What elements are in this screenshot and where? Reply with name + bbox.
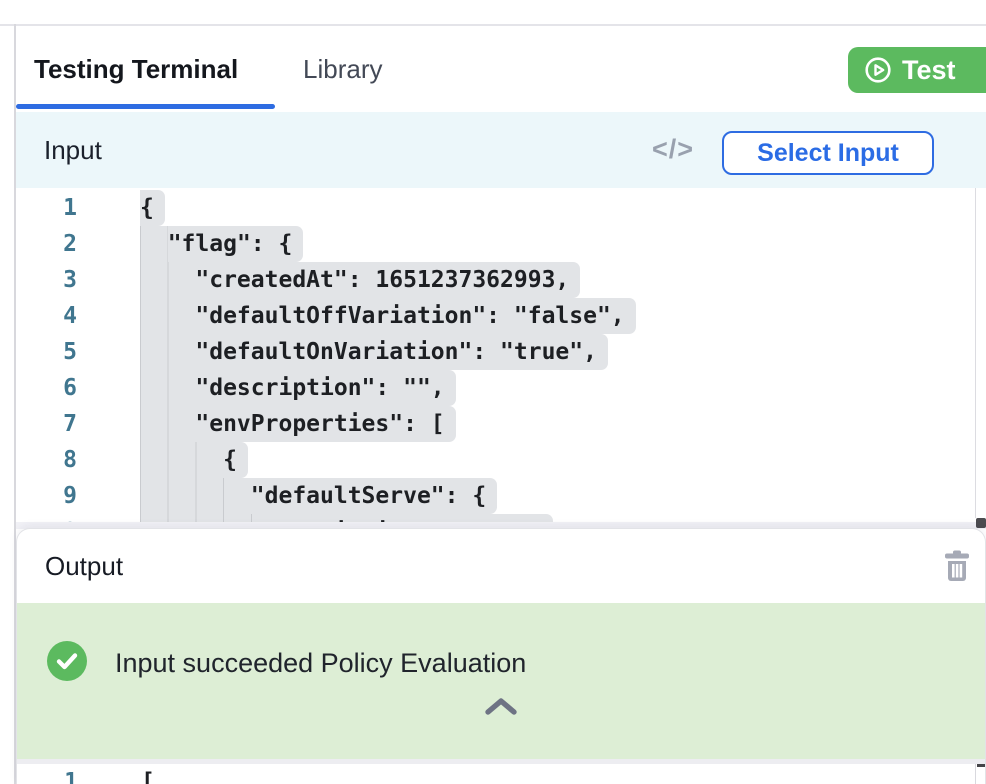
gutter-gap	[77, 370, 140, 406]
collapse-banner-button[interactable]	[479, 693, 523, 719]
code-content: "flag": {	[140, 226, 303, 262]
output-panel-header: Output	[17, 529, 985, 603]
output-code-editor[interactable]: 1[	[17, 764, 985, 784]
code-text: "flag": {	[168, 226, 293, 262]
code-text: [	[141, 764, 155, 784]
gutter-gap	[77, 514, 140, 522]
indent-guides	[140, 478, 251, 514]
test-button[interactable]: Test	[848, 47, 986, 93]
line-number: 1	[16, 190, 77, 226]
input-code-editor[interactable]: 1{2 "flag": {3 "createdAt": 165123736299…	[16, 188, 975, 522]
code-content: "defaultOffVariation": "false",	[140, 298, 636, 334]
code-text: "envProperties": [	[195, 406, 444, 442]
gutter-gap	[77, 226, 140, 262]
gutter-gap	[78, 764, 141, 784]
code-line: 4 "defaultOffVariation": "false",	[16, 298, 975, 334]
evaluation-result-message: Input succeeded Policy Evaluation	[115, 643, 526, 683]
code-content: "variation": "true"	[140, 514, 553, 522]
gutter-gap	[77, 478, 140, 514]
select-input-button[interactable]: Select Input	[722, 131, 934, 175]
code-text: "description": "",	[195, 370, 444, 406]
indent-guides	[140, 442, 223, 478]
gutter-gap	[77, 442, 140, 478]
code-line: 2 "flag": {	[16, 226, 975, 262]
evaluation-result-banner: Input succeeded Policy Evaluation	[17, 603, 985, 759]
line-number: 3	[16, 262, 77, 298]
code-line: 7 "envProperties": [	[16, 406, 975, 442]
line-number: 8	[16, 442, 77, 478]
code-line: 1[	[17, 764, 985, 784]
code-text: {	[223, 442, 237, 478]
code-text: "createdAt": 1651237362993,	[195, 262, 569, 298]
tab-testing-terminal[interactable]: Testing Terminal	[34, 54, 238, 85]
input-code-lines: 1{2 "flag": {3 "createdAt": 165123736299…	[16, 188, 975, 522]
tab-library[interactable]: Library	[303, 54, 382, 85]
indent-guides	[140, 298, 195, 334]
code-line: 6 "description": "",	[16, 370, 975, 406]
gutter-gap	[77, 406, 140, 442]
success-check-icon	[47, 641, 87, 681]
line-number: 6	[16, 370, 77, 406]
code-text: "variation": "true"	[278, 514, 541, 522]
line-number: 1	[17, 764, 78, 784]
trash-icon	[942, 550, 972, 582]
input-panel-header: Input </> Select Input	[16, 112, 986, 188]
code-content: [	[141, 764, 155, 784]
indent-guides	[140, 226, 168, 262]
chevron-up-icon	[482, 696, 520, 716]
active-tab-underline	[16, 104, 275, 109]
line-number: 2	[16, 226, 77, 262]
code-text: {	[140, 190, 154, 226]
code-line: 9 "defaultServe": {	[16, 478, 975, 514]
code-text: "defaultServe": {	[251, 478, 486, 514]
code-line: 8 {	[16, 442, 975, 478]
code-line: 3 "createdAt": 1651237362993,	[16, 262, 975, 298]
indent-guides	[140, 334, 195, 370]
code-content: {	[140, 442, 248, 478]
code-text: "defaultOffVariation": "false",	[195, 298, 624, 334]
output-scrollbar-thumb[interactable]	[977, 764, 985, 767]
code-content: "envProperties": [	[140, 406, 456, 442]
code-text: "defaultOnVariation": "true",	[195, 334, 597, 370]
play-icon	[864, 56, 892, 84]
clear-output-button[interactable]	[942, 550, 972, 582]
input-panel-title: Input	[44, 112, 102, 188]
output-editor-right-edge	[975, 764, 976, 784]
line-number: 4	[16, 298, 77, 334]
line-number: 7	[16, 406, 77, 442]
editor-right-edge	[975, 188, 976, 518]
output-panel: Output Input succeeded Policy Evaluation	[16, 528, 986, 784]
code-content: "defaultServe": {	[140, 478, 497, 514]
indent-guides	[140, 406, 195, 442]
code-content: "description": "",	[140, 370, 456, 406]
output-code-lines: 1[	[17, 764, 985, 784]
output-panel-title: Output	[45, 529, 123, 603]
gutter-gap	[77, 334, 140, 370]
test-button-label: Test	[902, 55, 956, 86]
select-input-label: Select Input	[757, 139, 899, 168]
line-number: 10	[16, 514, 77, 522]
input-scrollbar-thumb[interactable]	[976, 518, 986, 528]
code-content: "defaultOnVariation": "true",	[140, 334, 608, 370]
indent-guides	[140, 514, 278, 522]
code-line: 1{	[16, 190, 975, 226]
code-line: 10 "variation": "true"	[16, 514, 975, 522]
line-number: 5	[16, 334, 77, 370]
indent-guides	[140, 262, 195, 298]
code-content: {	[140, 190, 165, 226]
code-line: 5 "defaultOnVariation": "true",	[16, 334, 975, 370]
code-view-icon[interactable]: </>	[652, 112, 694, 188]
code-content: "createdAt": 1651237362993,	[140, 262, 580, 298]
indent-guides	[140, 370, 195, 406]
gutter-gap	[77, 190, 140, 226]
line-number: 9	[16, 478, 77, 514]
top-divider	[0, 24, 986, 26]
gutter-gap	[77, 298, 140, 334]
gutter-gap	[77, 262, 140, 298]
